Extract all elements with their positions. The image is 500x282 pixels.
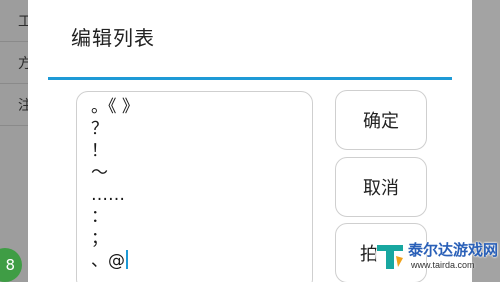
- text-line-last: 、@: [91, 250, 312, 272]
- text-line-content: 、@: [91, 251, 125, 271]
- background-badge: 8: [0, 248, 22, 282]
- text-line: ……: [91, 185, 125, 205]
- list-text-area[interactable]: 。《 》 ？ ！ ～ …… ： ； 、@: [76, 91, 313, 282]
- dialog-title: 编辑列表: [71, 26, 155, 50]
- confirm-button[interactable]: 确定: [335, 90, 427, 150]
- background-list-item: 注: [0, 84, 32, 126]
- cancel-button[interactable]: 取消: [335, 157, 427, 217]
- watermark: 泰尔达游戏网 www.tairda.com: [372, 236, 500, 282]
- text-line: ；: [91, 229, 108, 249]
- text-line: ！: [91, 141, 108, 161]
- text-line: ：: [91, 207, 108, 227]
- watermark-url: www.tairda.com: [411, 260, 475, 270]
- text-line: ？: [91, 119, 108, 139]
- background-list-item: 工: [0, 0, 32, 42]
- text-line: 。《 》: [91, 97, 139, 117]
- background-list-item: 方: [0, 42, 32, 84]
- text-cursor: [126, 250, 128, 269]
- text-line: ～: [91, 163, 108, 183]
- watermark-logo-icon: [375, 240, 405, 270]
- title-divider: [48, 77, 452, 80]
- watermark-name: 泰尔达游戏网: [408, 241, 499, 259]
- background-list: 工 方 注 8: [0, 0, 32, 282]
